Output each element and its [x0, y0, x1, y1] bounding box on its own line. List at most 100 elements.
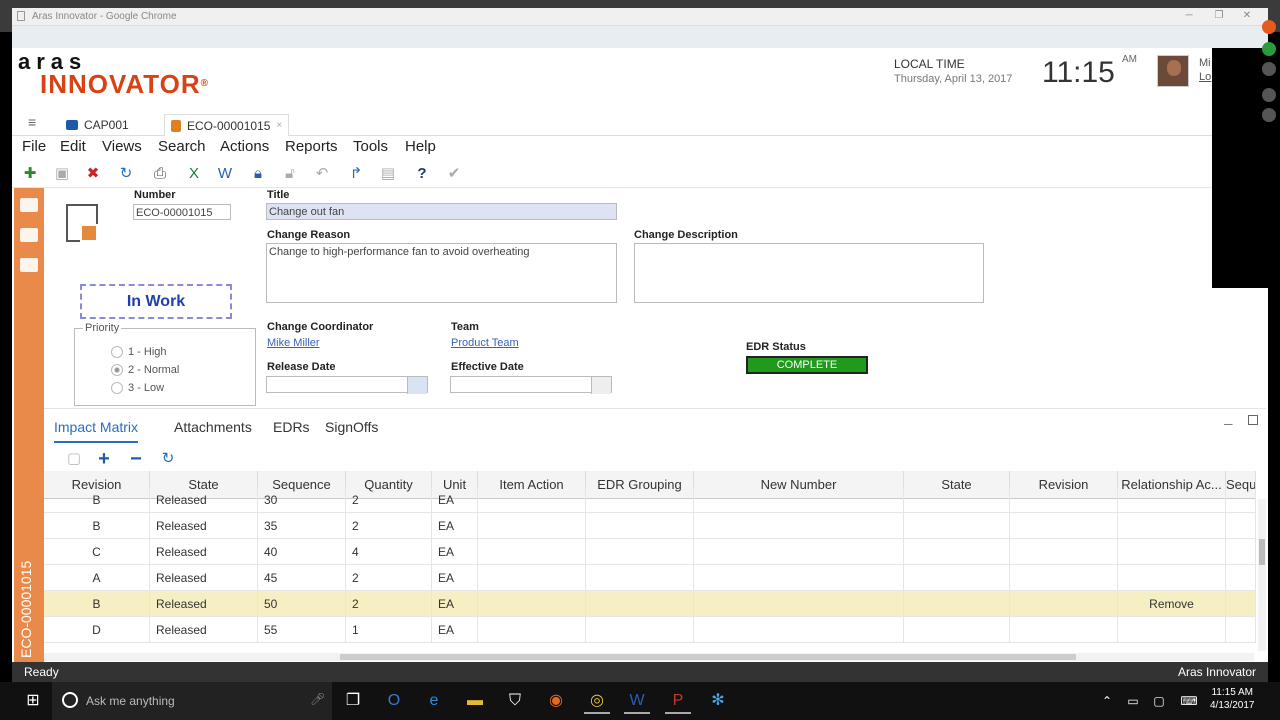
grid-refresh-icon[interactable]: ↻ [158, 449, 178, 469]
task-view-icon[interactable]: ❐ [340, 688, 366, 714]
explorer-icon[interactable]: ▬ [462, 688, 488, 714]
title-label: Title [267, 189, 290, 201]
priority-low[interactable]: 3 - Low [111, 382, 164, 395]
mic-small-icon[interactable]: 🎤︎ [310, 692, 325, 706]
menu-tools[interactable]: Tools [353, 138, 388, 155]
calendar-icon[interactable] [591, 377, 611, 394]
form-view-icon[interactable] [20, 198, 38, 212]
menu-reports[interactable]: Reports [285, 138, 338, 155]
table-cell: A [44, 565, 150, 591]
address-bar[interactable] [12, 26, 1268, 48]
word-icon[interactable]: W [215, 164, 235, 184]
hamburger-icon[interactable]: ≡ [28, 114, 36, 130]
table-cell [1010, 617, 1118, 643]
word-app-icon[interactable]: W [624, 688, 650, 714]
undo-icon[interactable]: ↶ [312, 164, 332, 184]
left-sidebar: ECO-00001015 [14, 188, 44, 662]
minimize-panel-icon[interactable]: ─ [1224, 417, 1233, 431]
team-link[interactable]: Product Team [451, 337, 519, 349]
tab-close-icon[interactable]: × [276, 120, 282, 131]
cortana-search[interactable]: Ask me anything 🎤︎ [52, 682, 332, 720]
refresh-icon[interactable]: ↻ [116, 164, 136, 184]
tab-edrs[interactable]: EDRs [273, 419, 310, 435]
outlook-icon[interactable]: O [381, 688, 407, 714]
check-icon[interactable]: ✔ [444, 164, 464, 184]
lock-icon[interactable]: 🔒︎ [248, 164, 268, 184]
priority-high[interactable]: 1 - High [111, 346, 167, 359]
reason-field[interactable]: Change to high-performance fan to avoid … [266, 243, 617, 303]
save-icon[interactable]: ▣ [52, 164, 72, 184]
mic-icon[interactable] [1262, 42, 1276, 56]
menu-search[interactable]: Search [158, 138, 206, 155]
help-icon[interactable]: ? [412, 164, 432, 184]
tray-clock[interactable]: 11:15 AM 4/13/2017 [1210, 686, 1255, 712]
grid-vscroll[interactable] [1258, 499, 1266, 651]
effective-date-field[interactable] [450, 376, 612, 394]
windows-start-icon[interactable]: ⊞ [20, 688, 46, 714]
menu-actions[interactable]: Actions [220, 138, 269, 155]
grid-hscroll[interactable] [44, 653, 1254, 661]
maximize-panel-icon[interactable] [1248, 415, 1258, 425]
tray-up-icon[interactable]: ⌃ [1094, 688, 1120, 714]
promote-icon[interactable]: ↱ [346, 164, 366, 184]
priority-group: Priority 1 - High 2 - Normal 3 - Low [74, 322, 256, 406]
clipboard-icon[interactable]: ▤ [378, 164, 398, 184]
list-icon[interactable] [20, 258, 38, 272]
table-row[interactable]: B Released 35 2 EA [44, 513, 1256, 539]
camera-icon[interactable] [1262, 62, 1276, 76]
edge-icon[interactable]: e [421, 688, 447, 714]
table-cell [586, 565, 694, 591]
table-row[interactable]: B Released 50 2 EA Remove [44, 591, 1256, 617]
snowflake-icon[interactable]: ✻ [705, 688, 731, 714]
menu-views[interactable]: Views [102, 138, 142, 155]
box-icon[interactable] [20, 228, 38, 242]
overlay-back-icon[interactable] [1262, 20, 1276, 34]
menu-file[interactable]: File [22, 138, 46, 155]
chrome-icon[interactable]: ◎ [584, 688, 610, 714]
table-cell: B [44, 513, 150, 539]
firefox-icon[interactable]: ◉ [543, 688, 569, 714]
restore-icon[interactable]: ❐ [1210, 10, 1228, 22]
tray-network-icon[interactable]: ▭ [1120, 688, 1146, 714]
table-cell: EA [432, 591, 478, 617]
avatar[interactable] [1157, 55, 1189, 87]
title-field[interactable]: Change out fan [266, 203, 617, 220]
table-row[interactable]: D Released 55 1 EA [44, 617, 1256, 643]
video-overlay [1212, 48, 1280, 288]
table-row[interactable]: C Released 40 4 EA [44, 539, 1256, 565]
menu-edit[interactable]: Edit [60, 138, 86, 155]
keyboard-icon[interactable]: ⌨ [1176, 688, 1202, 714]
tab-impact-matrix[interactable]: Impact Matrix [54, 415, 139, 443]
excel-icon[interactable]: X [184, 164, 204, 184]
share-icon[interactable] [1262, 108, 1276, 122]
table-cell [478, 565, 586, 591]
coordinator-link[interactable]: Mike Miller [267, 337, 320, 349]
release-date-field[interactable] [266, 376, 428, 394]
chat-icon[interactable] [1262, 88, 1276, 102]
tab-attachments[interactable]: Attachments [174, 419, 252, 435]
print-icon[interactable]: ⎙ [150, 164, 170, 184]
user-name[interactable]: Mi Lo [1199, 56, 1211, 84]
delete-icon[interactable]: ✖ [83, 164, 103, 184]
unlock-icon[interactable]: 🔓︎ [280, 164, 300, 184]
tab-cap001[interactable]: CAP001 [60, 114, 135, 136]
powerpoint-icon[interactable]: P [665, 688, 691, 714]
tab-eco[interactable]: ECO-00001015 × [164, 114, 290, 136]
calendar-icon[interactable] [407, 377, 427, 394]
table-row[interactable]: B Released 30 2 EA [44, 487, 1256, 513]
tray-volume-icon[interactable]: ▢ [1146, 688, 1172, 714]
table-row[interactable]: A Released 45 2 EA [44, 565, 1256, 591]
new-relationship-icon[interactable]: ▢ [64, 449, 84, 469]
add-icon[interactable]: + [94, 449, 114, 469]
new-icon[interactable]: ✚ [20, 164, 40, 184]
description-field[interactable] [634, 243, 984, 303]
close-icon[interactable]: ✕ [1238, 10, 1256, 22]
store-icon[interactable]: ⛉ [502, 688, 528, 714]
priority-normal[interactable]: 2 - Normal [111, 364, 179, 377]
minimize-icon[interactable]: ─ [1180, 10, 1198, 22]
remove-icon[interactable]: − [126, 449, 146, 469]
table-cell: EA [432, 617, 478, 643]
number-field[interactable]: ECO-00001015 [133, 204, 231, 220]
menu-help[interactable]: Help [405, 138, 436, 155]
tab-signoffs[interactable]: SignOffs [325, 419, 378, 435]
